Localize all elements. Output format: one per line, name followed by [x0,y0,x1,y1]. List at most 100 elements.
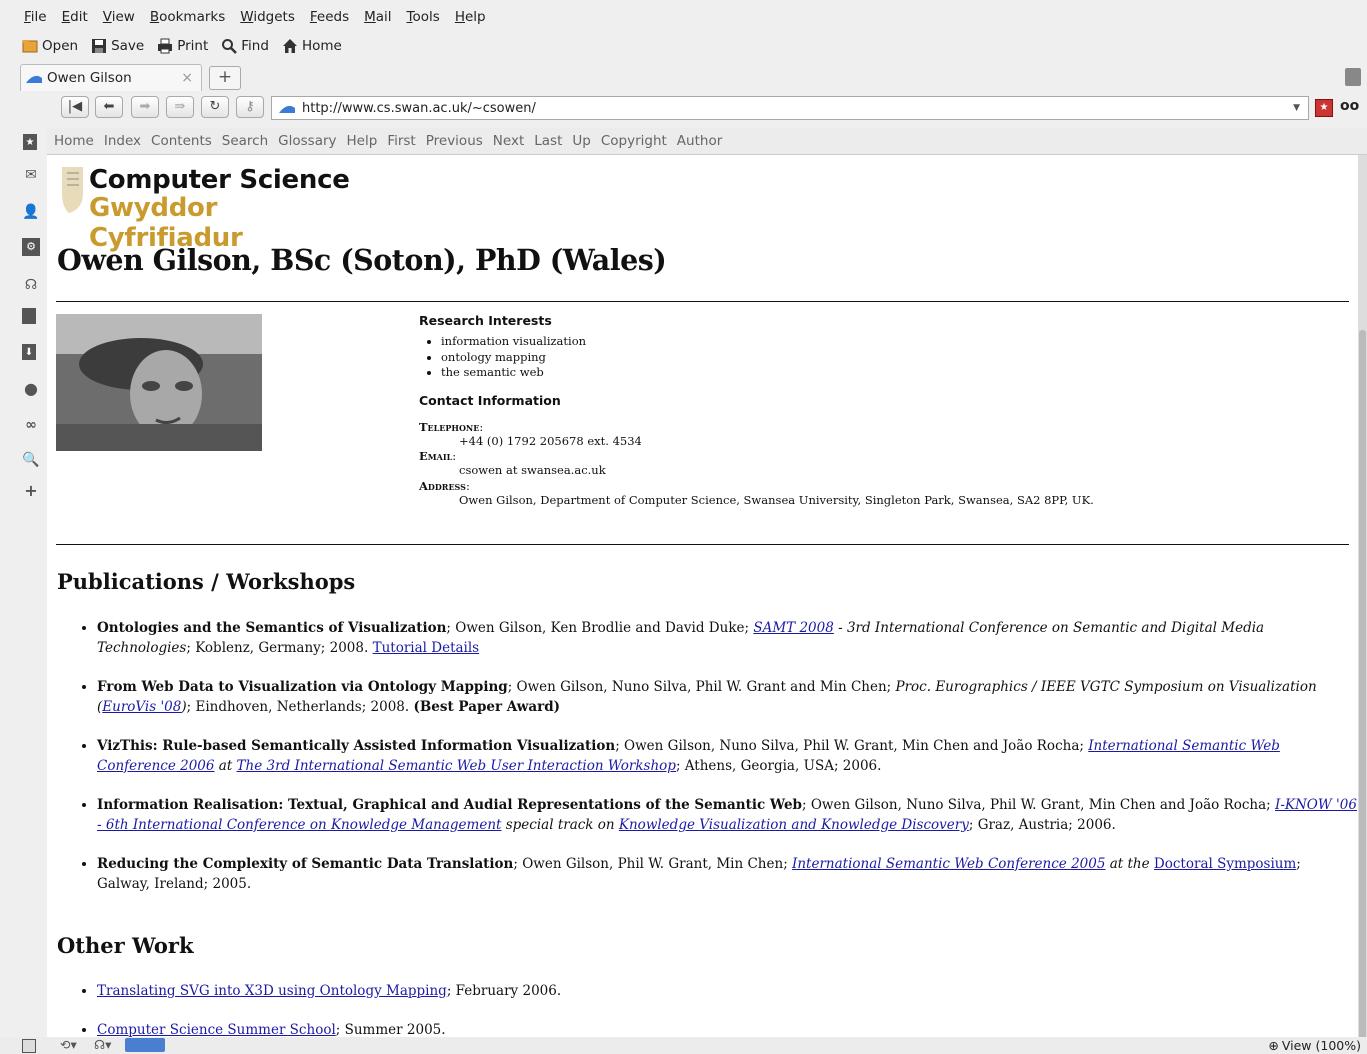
sitenav-author[interactable]: Author [677,133,722,149]
profile-photo [56,314,262,451]
notes-panel-icon[interactable] [22,308,36,324]
page-title: Owen Gilson, BSc (Soton), PhD (Wales) [57,243,667,277]
bookmarks-panel-icon[interactable]: ★ [23,134,37,150]
add-panel-icon[interactable]: + [22,482,40,500]
logo-text-english: Computer Science [89,165,350,195]
sitenav-up[interactable]: Up [572,133,590,149]
menu-tools[interactable]: Tools [407,9,440,25]
printer-icon [158,38,173,54]
pub-link[interactable]: EuroVis '08 [102,699,181,715]
history-panel-icon[interactable]: ● [22,380,40,398]
pub-title: Reducing the Complexity of Semantic Data… [97,856,514,872]
fast-forward-button[interactable]: ⇛ [166,96,194,118]
forward-button[interactable]: ➡ [131,96,159,118]
key-icon: ⚷ [245,99,255,114]
navigation-bar: |◀ ⬅ ➡ ⇛ ↻ ⚷ http://www.cs.swan.ac.uk/~c… [0,93,1367,123]
tab-owen-gilson[interactable]: Owen Gilson × [20,64,202,91]
tab-close-icon[interactable]: × [181,70,193,86]
sitenav-first[interactable]: First [387,133,415,149]
sitenav-last[interactable]: Last [534,133,562,149]
reload-button[interactable]: ↻ [201,96,229,118]
tutorial-details-link[interactable]: Tutorial Details [373,640,480,656]
telephone-value: +44 (0) 1792 205678 ext. 4534 [459,433,642,448]
pub-title: Information Realisation: Textual, Graphi… [97,797,802,813]
links-panel-icon[interactable]: ∞ [22,416,40,434]
sitenav-home[interactable]: Home [54,133,94,149]
pub-link[interactable]: The 3rd International Semantic Web User … [237,758,676,774]
wand-button[interactable]: ⚷ [236,96,264,118]
research-item: the semantic web [441,365,1319,381]
vertical-scrollbar[interactable] [1358,155,1367,1050]
search-panel-icon[interactable]: 🔍 [22,451,40,469]
site-favicon-icon [26,75,42,83]
tab-bar: Owen Gilson × + [0,62,1367,92]
pub-authors: ; Owen Gilson, Nuno Silva, Phil W. Grant… [507,679,896,695]
feeds-status-icon[interactable]: ☊▾ [94,1037,111,1052]
zoom-label: View (100%) [1281,1038,1361,1053]
menu-help[interactable]: Help [455,9,486,25]
save-label: Save [111,38,145,54]
other-work-link[interactable]: Translating SVG into X3D using Ontology … [97,983,447,999]
sitenav-search[interactable]: Search [222,133,268,149]
dropdown-arrow-icon[interactable]: ▼ [1293,103,1300,113]
publications-list: Ontologies and the Semantics of Visualiz… [83,618,1357,913]
image-toggle-button[interactable] [125,1038,165,1052]
other-work-date: ; February 2006. [446,983,562,999]
trash-icon[interactable] [1345,68,1361,86]
pub-location: ; Athens, Georgia, USA; 2006. [675,758,882,774]
publication-item: From Web Data to Visualization via Ontol… [97,677,1357,717]
print-button[interactable]: Print [157,38,208,54]
menu-file[interactable]: File [24,9,47,25]
panel-toggle-icon[interactable] [22,1039,36,1053]
zoom-control[interactable]: ⊕ View (100%) [1268,1038,1361,1053]
forward-arrow-icon: ➡ [139,99,151,114]
sitenav-glossary[interactable]: Glossary [278,133,336,149]
telephone-label: Telephone [419,419,480,434]
address-field[interactable]: http://www.cs.swan.ac.uk/~csowen/ ▼ [271,96,1309,120]
downloads-panel-icon[interactable]: ⬇ [22,344,36,360]
pub-joiner: at [214,758,237,774]
menu-feeds[interactable]: Feeds [310,9,349,25]
sitenav-index[interactable]: Index [104,133,141,149]
feeds-panel-icon[interactable]: ☊ [22,276,40,294]
other-work-item: Computer Science Summer School; Summer 2… [97,1020,1357,1037]
award-label: (Best Paper Award) [413,699,561,715]
binoculars-icon[interactable]: oo [1340,98,1359,114]
other-work-link[interactable]: Computer Science Summer School [97,1022,336,1037]
mail-panel-icon[interactable]: ✉ [22,166,40,184]
back-button[interactable]: ⬅ [95,96,123,118]
sitenav-contents[interactable]: Contents [151,133,212,149]
sitenav-previous[interactable]: Previous [426,133,483,149]
sitenav-help[interactable]: Help [347,133,378,149]
scrollbar-thumb[interactable] [1359,330,1366,1050]
pub-link[interactable]: Knowledge Visualization and Knowledge Di… [619,817,969,833]
widgets-panel-icon[interactable]: ⚙ [22,238,40,256]
rewind-button[interactable]: |◀ [61,96,89,118]
new-tab-button[interactable]: + [209,66,241,90]
menu-view[interactable]: View [103,9,135,25]
pub-link[interactable]: International Semantic Web Conference 20… [792,856,1105,872]
rewind-status-icon[interactable]: ⟲▾ [60,1037,77,1052]
panel-sidebar: ★ ✉ 👤 ⚙ ☊ ⬇ ● ∞ 🔍 + [0,128,47,1054]
sitenav-copyright[interactable]: Copyright [601,133,667,149]
portrait-image [56,314,262,451]
publication-item: Reducing the Complexity of Semantic Data… [97,854,1357,894]
sitenav-next[interactable]: Next [493,133,524,149]
menu-mail[interactable]: Mail [364,9,391,25]
research-item: ontology mapping [441,350,1319,366]
pub-link[interactable]: SAMT 2008 [753,620,833,636]
pub-link[interactable]: Doctoral Symposium [1154,856,1296,872]
department-logo[interactable]: Computer Science Gwyddor Cyfrifiadur [59,163,369,253]
shield-logo-icon [62,167,83,213]
contacts-panel-icon[interactable]: 👤 [22,203,40,221]
menu-widgets[interactable]: Widgets [240,9,295,25]
open-button[interactable]: Open [22,38,78,54]
menu-bookmarks[interactable]: Bookmarks [150,9,225,25]
main-toolbar: Open Save Print Find Home [0,34,1367,58]
save-button[interactable]: Save [91,38,144,54]
pub-authors: ; Owen Gilson, Nuno Silva, Phil W. Grant… [615,738,1089,754]
menu-edit[interactable]: Edit [62,9,88,25]
bookmark-add-icon[interactable]: ★ [1315,99,1333,117]
home-button[interactable]: Home [282,38,342,54]
find-button[interactable]: Find [221,38,269,54]
